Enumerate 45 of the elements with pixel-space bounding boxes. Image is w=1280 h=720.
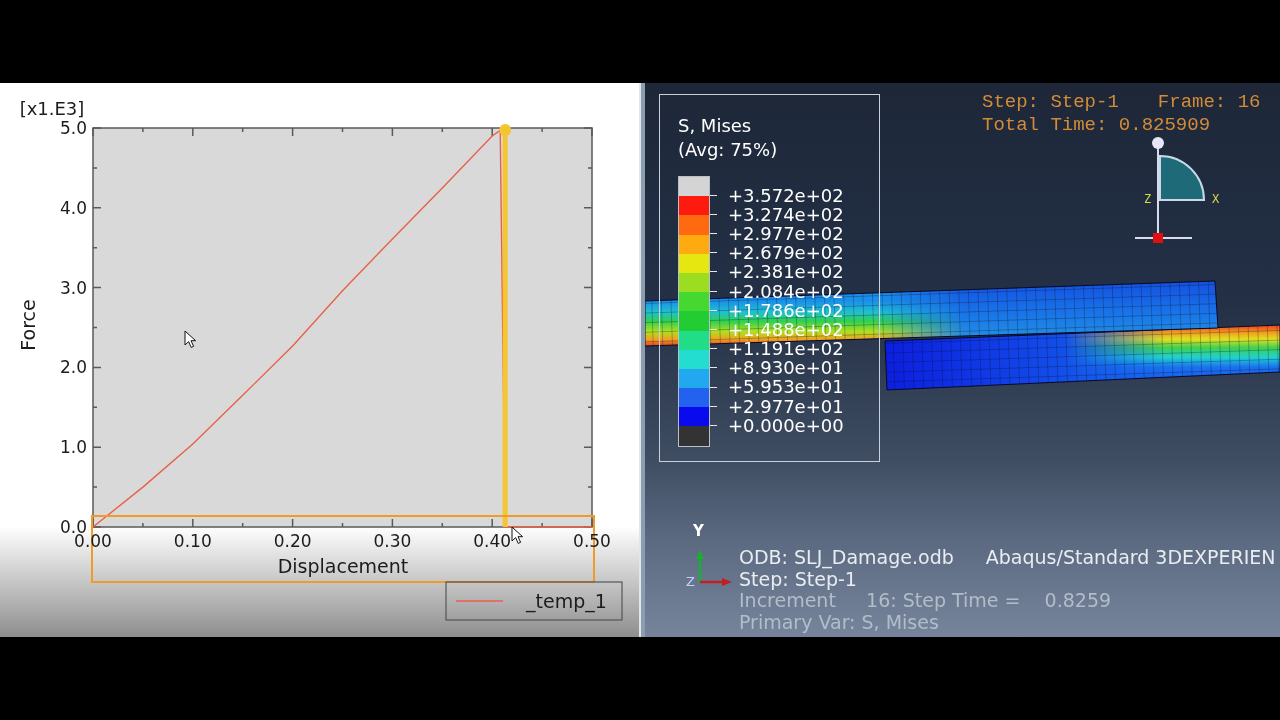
- y-axis-title: Force: [17, 299, 39, 351]
- y-tick-label: 5.0: [59, 118, 87, 138]
- axis-multiplier-label: [x1.E3]: [19, 97, 85, 119]
- legend-title: S, Mises: [678, 114, 753, 138]
- legend-value: +5.953e+01: [728, 377, 844, 397]
- mouse-pointer-icon: [511, 526, 524, 545]
- legend-value: +2.977e+02: [728, 223, 844, 244]
- cursor-handle-icon: [499, 124, 512, 136]
- mouse-pointer-icon: [184, 330, 197, 349]
- legend-value: +2.977e+01: [728, 396, 844, 416]
- legend-value: +0.000e+00: [728, 415, 844, 436]
- info-text: Abaqus/Standard 3DEXPERIEN: [985, 547, 1276, 569]
- legend-value: +3.274e+02: [728, 204, 844, 224]
- y-tick-label: 3.0: [59, 277, 87, 298]
- legend-value: +2.679e+02: [728, 243, 844, 263]
- y-tick-label: 1.0: [59, 437, 87, 458]
- legend-value: +8.930e+01: [728, 358, 844, 378]
- axis-label: Y: [693, 523, 704, 539]
- view-compass-icon: [1134, 136, 1207, 245]
- info-text: Step: Step-1: [739, 568, 857, 591]
- x-axis-title: Displacement: [277, 555, 409, 577]
- axis-label: X: [1212, 192, 1220, 206]
- x-tick-label: 0.20: [273, 531, 312, 551]
- axis-label: Z: [686, 574, 695, 590]
- y-tick-label: 2.0: [59, 357, 87, 378]
- info-text: Primary Var: S, Mises: [739, 612, 939, 634]
- info-text: Increment 16: Step Time = 0.8259: [739, 590, 1112, 613]
- info-text: ODB: SLJ_Damage.odb: [739, 547, 954, 569]
- legend-value: +1.786e+02: [728, 300, 844, 320]
- axis-triad-icon: [697, 549, 733, 587]
- legend-subtitle: (Avg: 75%): [678, 138, 779, 162]
- legend-value: +1.488e+02: [728, 319, 844, 340]
- step-info: Step: Step-1: [982, 91, 1119, 114]
- x-tick-label: 0.40: [473, 531, 512, 551]
- x-tick-label: 0.30: [373, 531, 412, 551]
- axis-label: Z: [1144, 192, 1152, 206]
- legend-value: +2.381e+02: [728, 262, 844, 282]
- total-time-info: Total Time: 0.825909: [982, 114, 1212, 137]
- legend-value: +1.191e+02: [728, 339, 844, 359]
- y-tick-label: 4.0: [59, 197, 87, 218]
- frame-info: Frame: 16: [1157, 91, 1261, 114]
- legend-value: +3.572e+02: [728, 185, 844, 205]
- legend-value: +2.084e+02: [728, 281, 844, 301]
- x-tick-label: 0.10: [173, 531, 212, 551]
- legend-label: _temp_1: [526, 590, 607, 612]
